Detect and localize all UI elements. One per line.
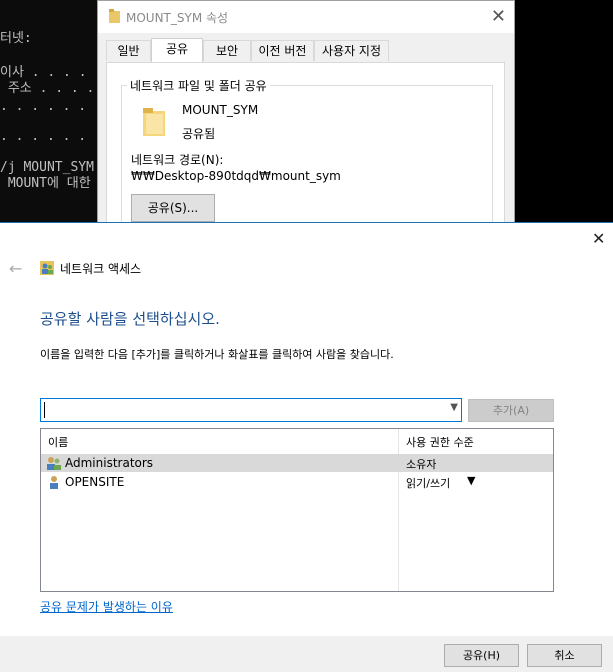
dialog-title: 네트워크 액세스 — [60, 262, 142, 276]
properties-title: MOUNT_SYM 속성 — [126, 11, 229, 25]
table-row[interactable]: OPENSITE 읽기/쓰기 ▼ — [41, 473, 553, 491]
network-access-dialog: ✕ ← 네트워크 액세스 공유할 사람을 선택하십시오. 이름을 입력한 다음 … — [0, 222, 613, 672]
add-button[interactable]: 추가(A) — [468, 399, 554, 422]
instruction-text: 이름을 입력한 다음 [추가]를 클릭하거나 화살표를 클릭하여 사람을 찾습니… — [40, 348, 394, 361]
list-header: 이름 사용 권한 수준 — [41, 429, 553, 453]
user-permission-list: 이름 사용 권한 수준 Administrators 소유자 OPENSITE … — [40, 428, 554, 592]
share-button[interactable]: 공유(H) — [444, 644, 519, 667]
chevron-down-icon[interactable]: ▼ — [450, 402, 458, 413]
text-caret — [44, 402, 45, 418]
console-line: /j MOUNT_SYM — [0, 160, 94, 175]
sharing-tab-panel: 네트워크 파일 및 폴더 공유 MOUNT_SYM 공유됨 네트워크 경로(N)… — [106, 62, 505, 237]
share-name: MOUNT_SYM — [182, 103, 259, 117]
console-line: 이사 . . . . : — [0, 65, 103, 80]
tab-previous-versions[interactable]: 이전 버전 — [251, 40, 314, 61]
column-header-permission[interactable]: 사용 권한 수준 — [406, 434, 474, 450]
dialog-footer: 공유(H) 취소 — [0, 636, 613, 672]
page-title: 공유할 사람을 선택하십시오. — [40, 310, 220, 328]
network-users-icon — [40, 261, 54, 275]
sharing-help-link[interactable]: 공유 문제가 발생하는 이유 — [40, 598, 173, 615]
tab-general[interactable]: 일반 — [106, 40, 151, 61]
dropdown-arrow-icon[interactable]: ▼ — [467, 474, 475, 487]
close-icon[interactable]: ✕ — [491, 6, 506, 27]
tab-customize[interactable]: 사용자 지정 — [314, 40, 389, 61]
console-window: 터넷: 이사 . . . . : 주소 . . . . : . . . . . … — [0, 0, 117, 225]
network-path: ₩₩Desktop-890tdqd₩mount_sym — [131, 169, 341, 183]
properties-window: MOUNT_SYM 속성 ✕ 일반 공유 보안 이전 버전 사용자 지정 네트워… — [97, 0, 515, 237]
name-combobox[interactable]: ▼ — [40, 398, 462, 422]
network-path-label: 네트워크 경로(N): — [131, 153, 224, 167]
user-icon — [50, 476, 58, 489]
permission-level: 소유자 — [406, 458, 437, 471]
group-users-icon — [47, 457, 61, 470]
tab-sharing[interactable]: 공유 — [151, 38, 203, 62]
user-name: OPENSITE — [65, 475, 125, 489]
folder-icon — [109, 9, 120, 23]
cancel-button[interactable]: 취소 — [527, 644, 602, 667]
share-state: 공유됨 — [182, 127, 216, 141]
properties-titlebar: MOUNT_SYM 속성 ✕ — [98, 1, 514, 33]
back-arrow-icon[interactable]: ← — [9, 259, 22, 278]
close-icon[interactable]: ✕ — [592, 229, 605, 248]
user-name: Administrators — [65, 456, 154, 470]
console-line: MOUNT에 대한 — [0, 176, 91, 191]
share-button-background[interactable]: 공유(S)... — [131, 194, 215, 222]
column-header-name[interactable]: 이름 — [48, 434, 68, 450]
folder-icon — [143, 108, 165, 136]
permission-level[interactable]: 읽기/쓰기 — [406, 475, 450, 491]
console-line: 주소 . . . . : — [0, 81, 111, 96]
tab-security[interactable]: 보안 — [203, 40, 251, 61]
console-line: 터넷: — [0, 31, 32, 46]
group-title: 네트워크 파일 및 폴더 공유 — [127, 77, 270, 94]
table-row[interactable]: Administrators 소유자 — [41, 454, 553, 472]
